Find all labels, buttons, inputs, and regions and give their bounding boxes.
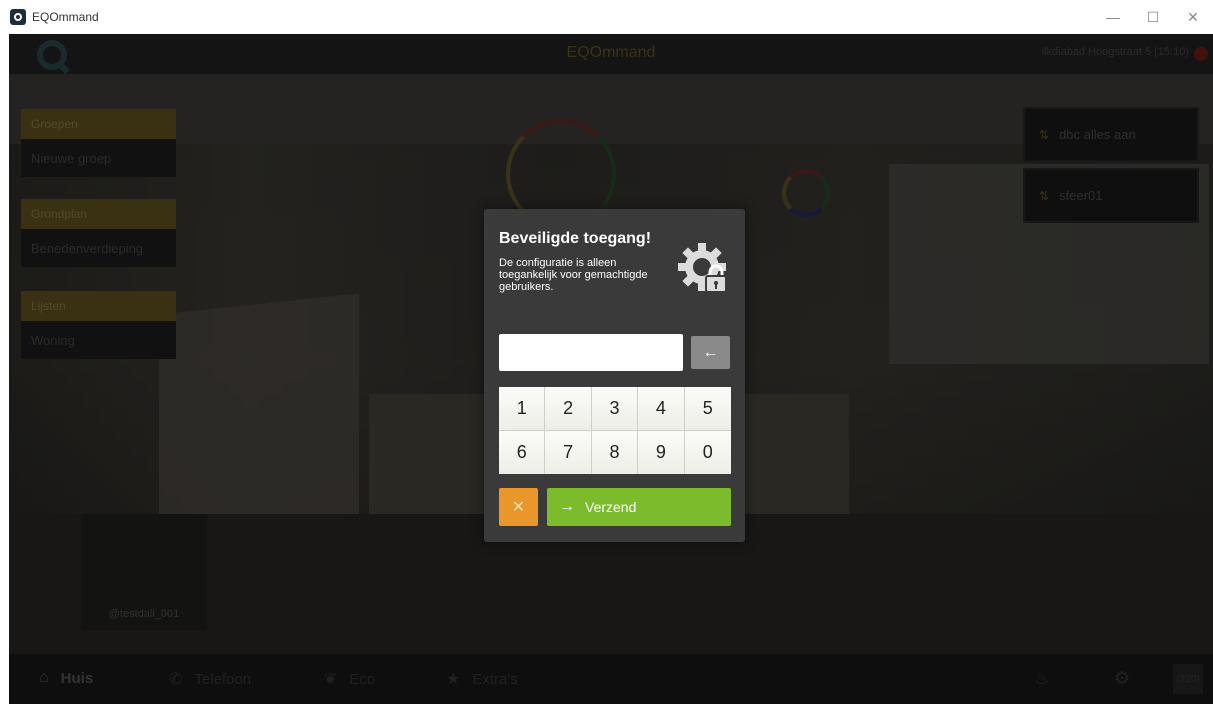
gear-lock-icon bbox=[676, 239, 732, 299]
window-title: EQOmmand bbox=[32, 10, 99, 24]
cancel-button[interactable]: ✕ bbox=[499, 488, 538, 526]
key-9[interactable]: 9 bbox=[638, 430, 685, 474]
key-7[interactable]: 7 bbox=[545, 430, 592, 474]
key-3[interactable]: 3 bbox=[591, 387, 639, 431]
key-5[interactable]: 5 bbox=[684, 387, 731, 431]
key-8[interactable]: 8 bbox=[591, 430, 639, 474]
dialog-description: De configuratie is alleen toegankelijk v… bbox=[499, 257, 648, 293]
key-4[interactable]: 4 bbox=[638, 387, 685, 431]
minimize-button[interactable]: — bbox=[1093, 0, 1133, 34]
backspace-button[interactable]: ← bbox=[691, 336, 730, 369]
pin-input[interactable] bbox=[499, 334, 683, 371]
close-button[interactable]: ✕ bbox=[1173, 0, 1213, 34]
send-button[interactable]: → Verzend bbox=[547, 488, 731, 526]
window-controls: — ☐ ✕ bbox=[1093, 0, 1213, 34]
key-0[interactable]: 0 bbox=[684, 430, 731, 474]
send-label: Verzend bbox=[585, 499, 637, 515]
app-logo-icon bbox=[10, 9, 26, 25]
key-6[interactable]: 6 bbox=[499, 430, 546, 474]
dialog-title: Beveiligde toegang! bbox=[499, 230, 652, 247]
key-2[interactable]: 2 bbox=[545, 387, 592, 431]
numeric-keypad: 1 2 3 4 5 6 7 8 9 0 bbox=[499, 387, 731, 474]
maximize-button[interactable]: ☐ bbox=[1133, 0, 1173, 34]
secure-access-dialog: Beveiligde toegang! De configuratie is a… bbox=[484, 209, 745, 542]
window-titlebar: EQOmmand — ☐ ✕ bbox=[0, 0, 1213, 34]
arrow-right-icon: → bbox=[559, 498, 575, 515]
key-1[interactable]: 1 bbox=[499, 387, 546, 431]
